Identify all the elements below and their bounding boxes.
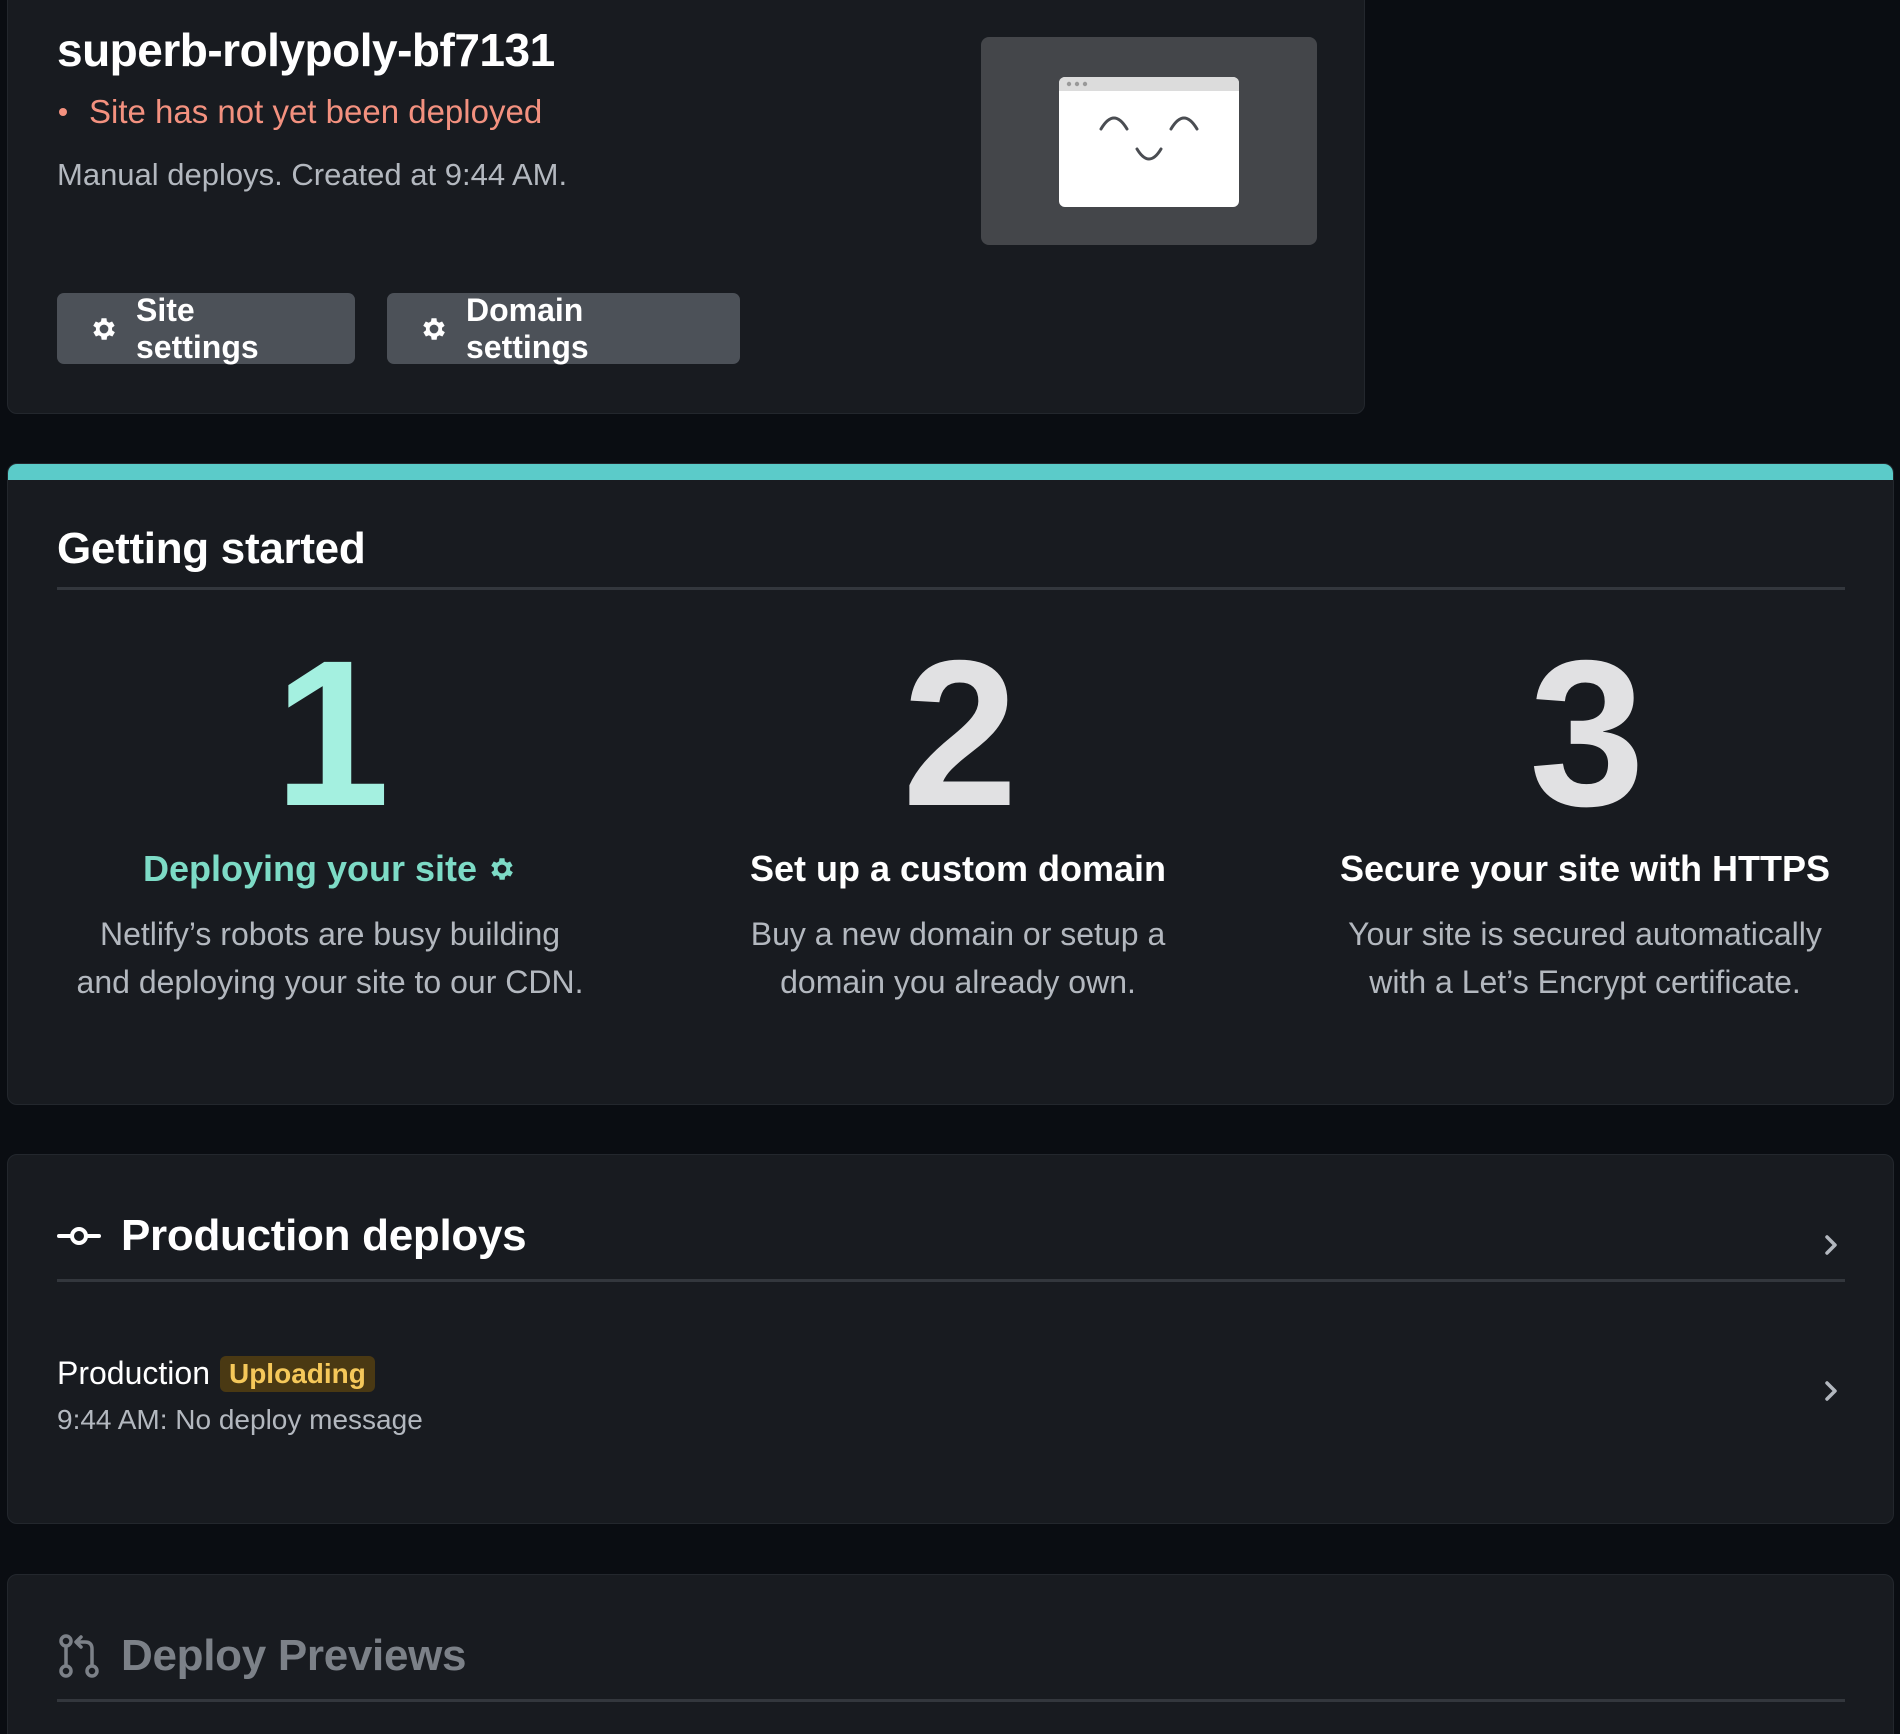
- section-divider: [57, 1279, 1845, 1282]
- getting-started-card: Getting started 1 Deploying your site Ne…: [7, 463, 1894, 1105]
- step-number: 1: [274, 618, 390, 850]
- site-settings-label: Site settings: [136, 291, 259, 365]
- production-deploys-title: Production deploys: [121, 1211, 527, 1260]
- deploy-message: 9:44 AM: No deploy message: [57, 1404, 423, 1435]
- step-description-line: Buy a new domain or setup a: [750, 916, 1166, 952]
- production-deploys-card: Production deploys Production Uploading …: [7, 1154, 1894, 1524]
- git-commit-icon: [57, 1224, 101, 1248]
- site-meta-info: Manual deploys. Created at 9:44 AM.: [57, 157, 568, 192]
- getting-started-title: Getting started: [57, 524, 366, 573]
- step-title[interactable]: Secure your site with HTTPS: [1285, 848, 1885, 890]
- domain-settings-label: Domain settings: [466, 291, 589, 365]
- step-title-text: Deploying your site: [142, 848, 478, 889]
- deploy-title: Production Uploading: [57, 1355, 1845, 1392]
- step-description-line: Netlify’s robots are busy building: [99, 916, 561, 952]
- deploy-previews-title: Deploy Previews: [121, 1631, 467, 1680]
- deploy-previews-header[interactable]: Deploy Previews: [57, 1631, 467, 1681]
- step-https: 3 Secure your site with HTTPS Your site …: [1285, 618, 1885, 1006]
- step-number: 2: [902, 618, 1018, 850]
- step-description: Netlify’s robots are busy building and d…: [30, 910, 630, 1006]
- status-badge: Uploading: [219, 1355, 375, 1392]
- step-description-line: and deploying your site to our CDN.: [76, 964, 584, 1000]
- deploy-status-text: Site has not yet been deployed: [89, 93, 543, 130]
- step-description: Your site is secured automatically with …: [1285, 910, 1885, 1006]
- site-summary-card: superb-rolypoly-bf7131 Site has not yet …: [7, 0, 1365, 414]
- site-preview-thumbnail: [981, 37, 1317, 245]
- step-description-line: Your site is secured automatically: [1348, 916, 1822, 952]
- git-pull-request-icon: [57, 1633, 101, 1679]
- step-custom-domain: 2 Set up a custom domain Buy a new domai…: [658, 618, 1258, 1006]
- smiley-window-icon: [1059, 77, 1239, 207]
- site-overview-page: superb-rolypoly-bf7131 Site has not yet …: [0, 0, 1900, 1734]
- step-description-line: with a Let’s Encrypt certificate.: [1369, 964, 1801, 1000]
- production-deploys-header[interactable]: Production deploys: [57, 1211, 527, 1261]
- step-deploying: 1 Deploying your site Netlify’s robots a…: [30, 618, 630, 1006]
- step-number: 3: [1529, 618, 1645, 850]
- step-title[interactable]: Set up a custom domain: [658, 848, 1258, 890]
- step-description-line: domain you already own.: [780, 964, 1136, 1000]
- site-settings-button[interactable]: Site settings: [57, 291, 355, 365]
- step-description: Buy a new domain or setup a domain you a…: [658, 910, 1258, 1006]
- site-name: superb-rolypoly-bf7131: [57, 24, 555, 76]
- deploy-previews-card: Deploy Previews: [7, 1574, 1894, 1734]
- status-dot-icon: [59, 108, 67, 116]
- deploy-list-item[interactable]: Production Uploading 9:44 AM: No deploy …: [57, 1355, 1845, 1455]
- step-title: Deploying your site: [30, 848, 630, 890]
- section-divider: [57, 587, 1845, 590]
- gear-icon: [419, 314, 449, 344]
- deploy-status: Site has not yet been deployed: [59, 93, 542, 131]
- gear-icon: [487, 854, 517, 884]
- accent-bar: [8, 464, 1893, 480]
- gear-icon: [89, 314, 119, 344]
- chevron-right-icon[interactable]: [1817, 1231, 1845, 1259]
- section-divider: [57, 1699, 1845, 1702]
- chevron-right-icon[interactable]: [1817, 1377, 1845, 1405]
- deploy-context: Production: [57, 1355, 210, 1391]
- domain-settings-button[interactable]: Domain settings: [387, 291, 740, 365]
